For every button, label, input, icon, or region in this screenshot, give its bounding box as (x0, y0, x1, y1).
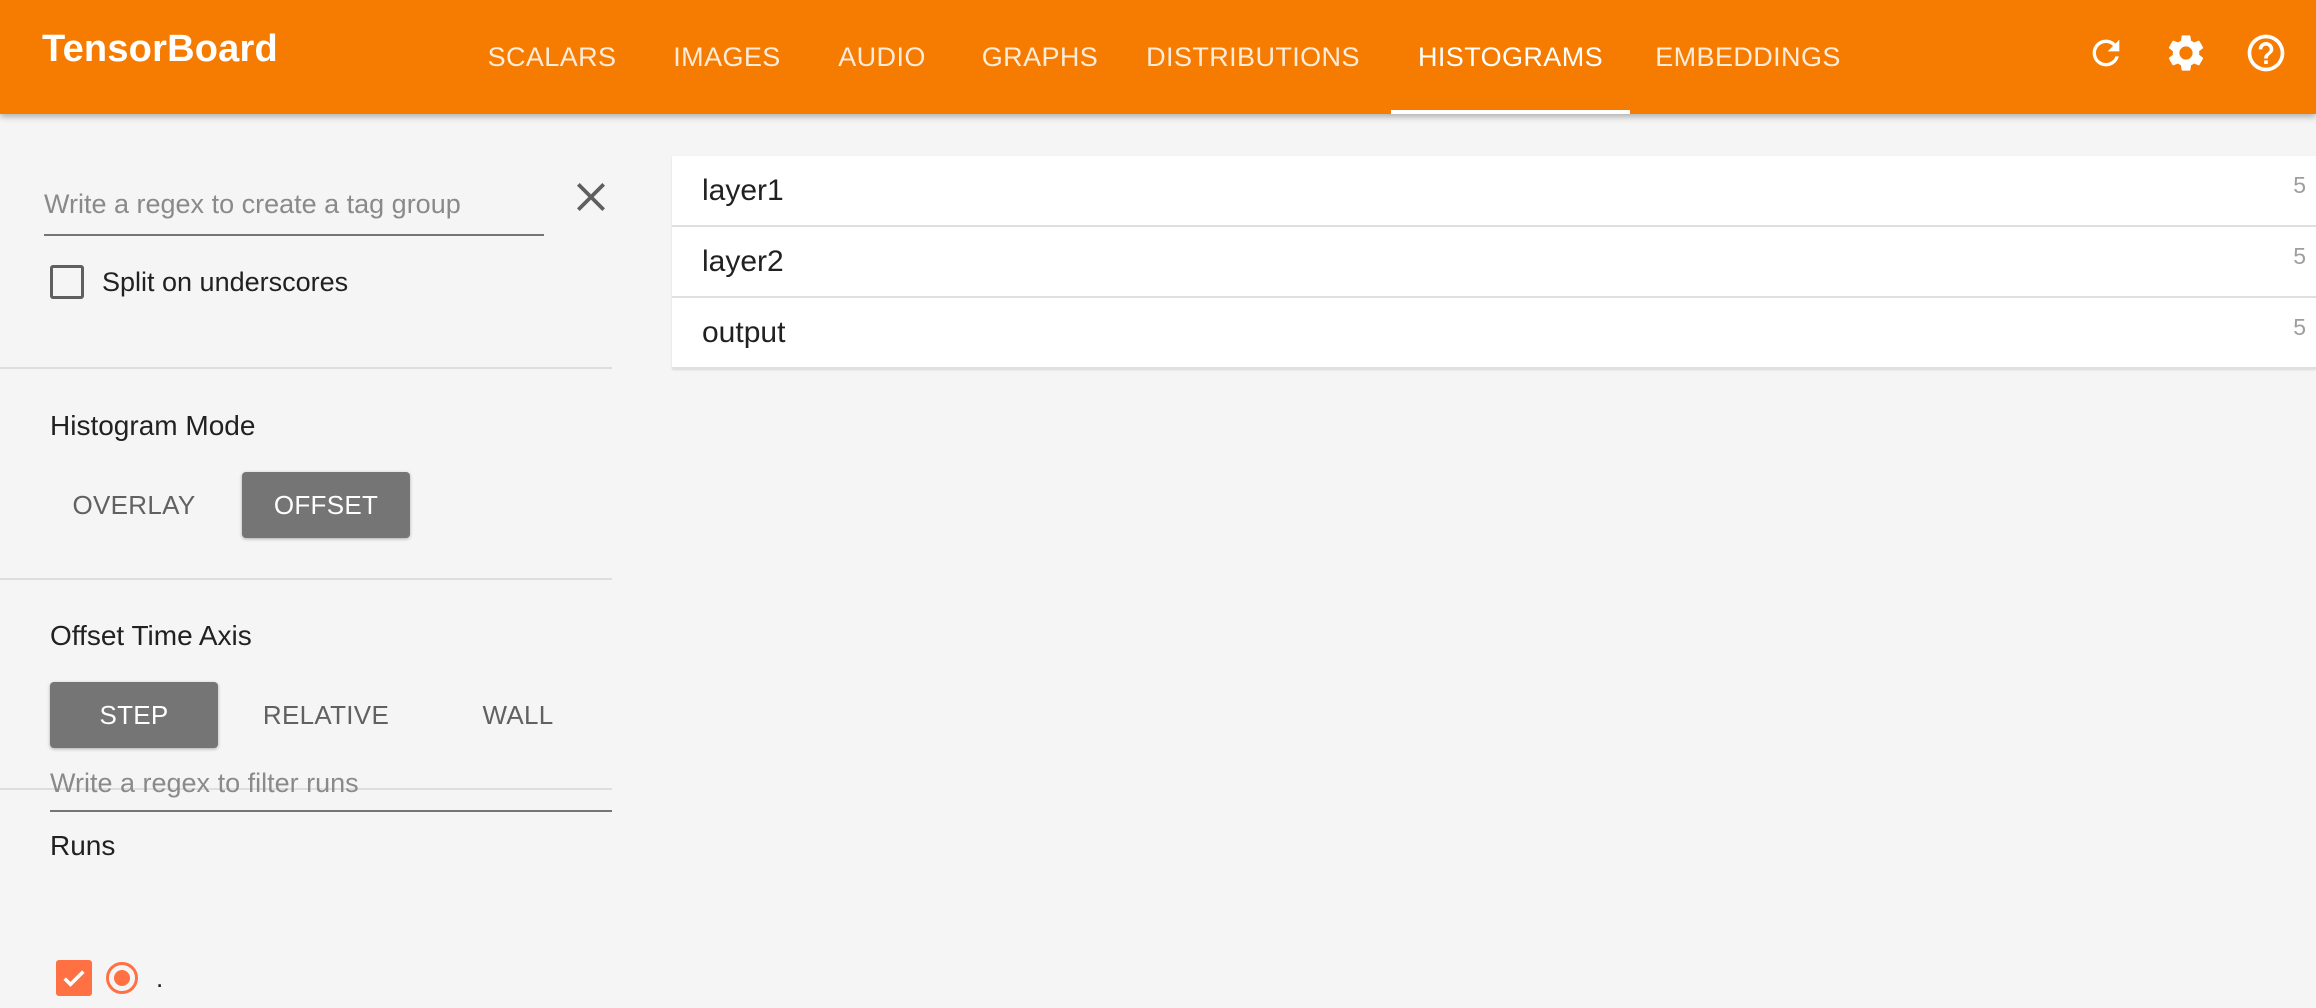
radio-dot (114, 970, 130, 986)
tag-group-count: 5 (2293, 314, 2306, 340)
sidebar: Split on underscores Histogram Mode OVER… (0, 114, 612, 1008)
tab-scalars[interactable]: SCALARS (470, 0, 634, 114)
active-tab-indicator (1391, 110, 1630, 114)
top-app-bar: TensorBoard SCALARS IMAGES AUDIO GRAPHS … (0, 0, 2316, 114)
tag-regex-input[interactable] (44, 176, 544, 232)
app-title: TensorBoard (42, 28, 278, 70)
tab-distributions[interactable]: DISTRIBUTIONS (1140, 0, 1366, 114)
tag-group-count: 5 (2293, 172, 2306, 198)
tag-group-output[interactable]: output 5 (672, 298, 2316, 369)
tag-group-layer1[interactable]: layer1 5 (672, 156, 2316, 227)
split-underscores-label: Split on underscores (102, 266, 349, 297)
tab-images[interactable]: IMAGES (654, 0, 800, 114)
split-underscores-checkbox[interactable] (50, 265, 84, 299)
refresh-icon[interactable] (2082, 29, 2130, 77)
split-underscores-option[interactable]: Split on underscores (50, 262, 348, 302)
sidebar-divider (0, 578, 612, 580)
close-icon[interactable] (572, 178, 610, 216)
offset-mode-button[interactable]: OFFSET (242, 472, 410, 538)
tag-group-name: layer1 (702, 174, 784, 207)
tag-group-count: 5 (2293, 243, 2306, 269)
tag-group-name: layer2 (702, 245, 784, 278)
run-checkbox[interactable] (56, 960, 92, 996)
tag-group-name: output (702, 316, 786, 349)
overlay-mode-button[interactable]: OVERLAY (50, 472, 218, 538)
runs-filter-input[interactable] (50, 758, 612, 808)
offset-time-axis-title: Offset Time Axis (50, 620, 252, 651)
settings-icon[interactable] (2162, 29, 2210, 77)
run-item: . (56, 958, 163, 998)
tag-regex-field[interactable] (44, 176, 544, 236)
step-axis-button[interactable]: STEP (50, 682, 218, 748)
relative-axis-button[interactable]: RELATIVE (242, 682, 410, 748)
tag-group-layer2[interactable]: layer2 5 (672, 227, 2316, 298)
runs-filter-field[interactable] (50, 758, 612, 812)
help-icon[interactable] (2242, 29, 2290, 77)
histogram-mode-title: Histogram Mode (50, 410, 256, 441)
tab-graphs[interactable]: GRAPHS (966, 0, 1114, 114)
tab-histograms[interactable]: HISTOGRAMS (1391, 0, 1630, 114)
tag-list: layer1 5 layer2 5 output 5 (672, 156, 2316, 369)
tab-audio[interactable]: AUDIO (822, 0, 942, 114)
tab-embeddings[interactable]: EMBEDDINGS (1648, 0, 1848, 114)
check-icon (63, 970, 85, 987)
runs-title: Runs (50, 830, 116, 861)
sidebar-divider (0, 367, 612, 369)
run-name: . (156, 962, 164, 993)
wall-axis-button[interactable]: WALL (434, 682, 602, 748)
run-color-radio[interactable] (106, 962, 138, 994)
